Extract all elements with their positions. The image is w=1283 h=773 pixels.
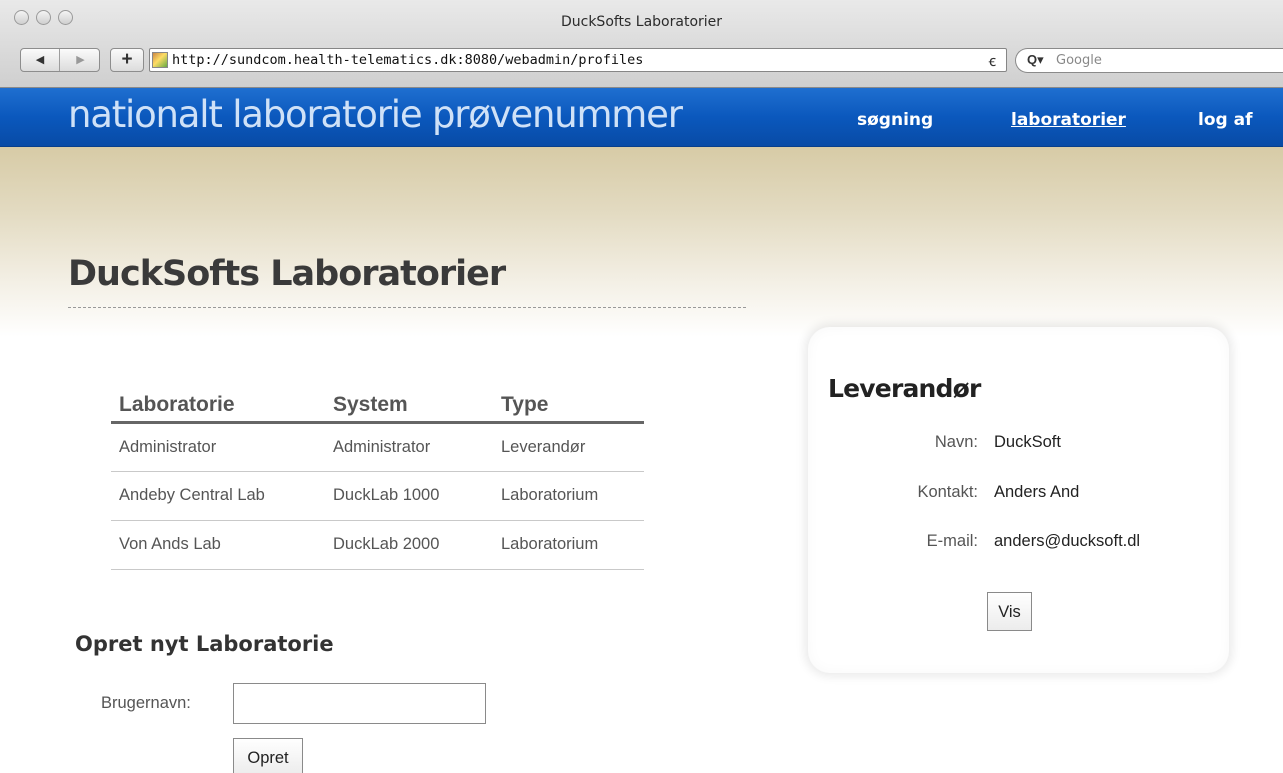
cell-type: Leverandør [493, 422, 644, 472]
site-logo[interactable]: nationalt laboratorie prøvenummer [68, 93, 683, 136]
title-bar: DuckSofts Laboratorier [0, 0, 1283, 38]
address-bar[interactable]: http://sundcom.health-telematics.dk:8080… [149, 48, 1007, 72]
supplier-email-label: E-mail: [926, 532, 978, 550]
page-header-background [0, 147, 1283, 337]
add-bookmark-button[interactable]: + [110, 48, 144, 72]
nav-button-group: ◀ ▶ [20, 48, 100, 72]
supplier-panel: Leverandør Navn: DuckSoft Kontakt: Ander… [808, 327, 1229, 673]
supplier-email-value: anders@ducksoft.dl [994, 532, 1141, 550]
cell-system: DuckLab 2000 [325, 520, 493, 570]
title-divider [68, 307, 746, 308]
site-header: nationalt laboratorie prøvenummer søgnin… [0, 88, 1283, 147]
nav-link-laboratories[interactable]: laboratorier [1011, 110, 1126, 130]
supplier-name-value: DuckSoft [994, 433, 1061, 451]
cell-type: Laboratorium [493, 520, 644, 570]
create-button[interactable]: Opret [233, 738, 303, 773]
window-title: DuckSofts Laboratorier [560, 14, 723, 30]
username-input[interactable] [233, 683, 486, 724]
supplier-name-label: Navn: [934, 433, 978, 451]
table-row[interactable]: Andeby Central Lab DuckLab 1000 Laborato… [111, 471, 644, 521]
column-header-system: System [325, 388, 493, 424]
browser-search-field[interactable]: Q▾ Google [1015, 48, 1283, 73]
reload-icon[interactable]: ꞓ [989, 51, 996, 71]
cell-laboratory: Administrator [111, 422, 325, 472]
supplier-heading: Leverandør [828, 374, 981, 403]
supplier-contact-label: Kontakt: [917, 483, 978, 501]
browser-toolbar: ◀ ▶ + http://sundcom.health-telematics.d… [0, 45, 1283, 79]
browser-chrome: DuckSofts Laboratorier ◀ ▶ + http://sund… [0, 0, 1283, 88]
cell-laboratory: Andeby Central Lab [111, 471, 325, 521]
nav-link-logout[interactable]: log af [1198, 110, 1252, 130]
column-header-laboratory: Laboratorie [111, 388, 325, 424]
create-lab-heading: Opret nyt Laboratorie [75, 632, 334, 656]
supplier-contact-value: Anders And [994, 483, 1080, 501]
nav-link-search[interactable]: søgning [857, 110, 933, 130]
cell-system: Administrator [325, 422, 493, 472]
show-supplier-button[interactable]: Vis [987, 592, 1032, 631]
cell-type: Laboratorium [493, 471, 644, 521]
back-button[interactable]: ◀ [21, 49, 60, 71]
table-row[interactable]: Administrator Administrator Leverandør [111, 422, 644, 472]
url-text[interactable]: http://sundcom.health-telematics.dk:8080… [172, 52, 643, 68]
username-label: Brugernavn: [101, 694, 191, 712]
table-header-row: Laboratorie System Type [111, 388, 644, 424]
table-row[interactable]: Von Ands Lab DuckLab 2000 Laboratorium [111, 520, 644, 570]
search-placeholder: Google [1056, 53, 1102, 68]
search-icon[interactable]: Q▾ [1027, 52, 1044, 68]
column-header-type: Type [493, 388, 644, 424]
favicon-icon [152, 52, 168, 68]
laboratories-table: Laboratorie System Type Administrator Ad… [111, 388, 644, 570]
page-title: DuckSofts Laboratorier [68, 254, 506, 294]
cell-system: DuckLab 1000 [325, 471, 493, 521]
forward-button[interactable]: ▶ [61, 49, 100, 71]
cell-laboratory: Von Ands Lab [111, 520, 325, 570]
